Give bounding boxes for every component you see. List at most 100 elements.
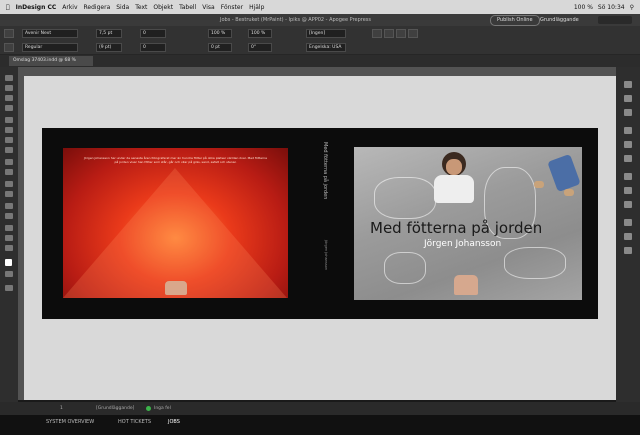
skew-field[interactable]: 0°	[248, 43, 272, 52]
chalk-drawing	[374, 177, 436, 219]
workspace-switcher[interactable]: Grundläggande	[540, 17, 579, 23]
front-cover-author[interactable]: Jörgen Johansson	[424, 239, 501, 249]
clock[interactable]: Sö 10:34	[598, 4, 625, 11]
justify-icon[interactable]	[408, 29, 418, 38]
menu-objekt[interactable]: Objekt	[153, 4, 173, 11]
align-right-icon[interactable]	[396, 29, 406, 38]
document-tab-bar	[0, 55, 640, 67]
menu-fonster[interactable]: Fönster	[221, 4, 243, 11]
help-search-input[interactable]	[598, 16, 632, 24]
task-system-overview[interactable]: SYSTEM OVERVIEW	[46, 419, 94, 425]
jeans-legs	[547, 153, 581, 193]
stroke-panel-icon[interactable]	[624, 127, 632, 134]
publish-online-button[interactable]: Publish Online	[490, 15, 540, 26]
shoe	[534, 181, 544, 188]
fill-swatch-icon[interactable]	[5, 259, 12, 266]
eyedropper-tool-icon[interactable]	[5, 225, 13, 231]
front-cover-image[interactable]: Med fötterna på jorden Jörgen Johansson	[354, 147, 582, 300]
tools-panel	[0, 67, 18, 402]
paragraph-mode-icon[interactable]	[4, 43, 14, 52]
character-styles-icon[interactable]	[624, 173, 632, 180]
rectangle-tool-icon[interactable]	[5, 169, 13, 175]
gradient-panel-icon[interactable]	[624, 233, 632, 240]
links-panel-icon[interactable]	[624, 109, 632, 116]
scissors-tool-icon[interactable]	[5, 181, 13, 187]
task-hot-tickets[interactable]: HOT TICKETS	[118, 419, 151, 425]
font-family-field[interactable]: Avenir Next	[22, 29, 78, 38]
panel-dock	[616, 67, 640, 402]
feet-photo	[165, 281, 187, 295]
text-wrap-icon[interactable]	[624, 201, 632, 208]
gradient-tool-icon[interactable]	[5, 203, 13, 209]
page-tool-icon[interactable]	[5, 95, 13, 101]
stroke-swatch-icon[interactable]	[5, 271, 13, 277]
line-tool-icon[interactable]	[5, 127, 13, 133]
preflight-status[interactable]: Inga fel	[154, 406, 171, 411]
pencil-tool-icon[interactable]	[5, 147, 13, 153]
language-field[interactable]: Engelska: USA	[306, 43, 346, 52]
align-panel-icon[interactable]	[624, 247, 632, 254]
note-tool-icon[interactable]	[5, 213, 13, 219]
menu-arkiv[interactable]: Arkiv	[62, 4, 77, 11]
layers-panel-icon[interactable]	[624, 95, 632, 102]
paragraph-style-field[interactable]: [Ingen]	[306, 29, 346, 38]
boy-shirt	[434, 175, 474, 203]
type-tool-icon[interactable]	[5, 117, 13, 123]
free-transform-tool-icon[interactable]	[5, 191, 13, 197]
effects-panel-icon[interactable]	[624, 219, 632, 226]
search-icon[interactable]: ⚲	[630, 4, 634, 11]
horizontal-ruler[interactable]	[18, 67, 616, 76]
menu-redigera[interactable]: Redigera	[84, 4, 111, 11]
page-number-field[interactable]: 1	[60, 406, 63, 411]
align-left-icon[interactable]	[372, 29, 382, 38]
align-center-icon[interactable]	[384, 29, 394, 38]
gap-tool-icon[interactable]	[5, 105, 13, 111]
back-cover-image[interactable]: Jörgen Johansson har under de senaste år…	[63, 148, 288, 298]
horizontal-scale-field[interactable]: 100 %	[248, 29, 272, 38]
baseline-shift-field[interactable]: 0 pt	[208, 43, 232, 52]
chalk-drawing	[384, 252, 426, 284]
direct-selection-tool-icon[interactable]	[5, 85, 13, 91]
menu-app[interactable]: InDesign CC	[16, 4, 57, 11]
tracking-field[interactable]: 0	[140, 29, 166, 38]
task-jobs[interactable]: JOBS	[168, 419, 180, 425]
shoe	[564, 189, 574, 196]
menu-text[interactable]: Text	[135, 4, 147, 11]
preflight-ok-icon[interactable]	[146, 406, 151, 411]
boy-face	[446, 159, 462, 175]
app-title-bar: Jobs - Bestruket (MrPaint) - Ipiks @ APP…	[0, 14, 640, 26]
vertical-scale-field[interactable]: 100 %	[208, 29, 232, 38]
font-size-field[interactable]: 7,5 pt	[96, 29, 122, 38]
spine-author[interactable]: Jörgen Johansson	[324, 240, 328, 300]
hand-tool-icon[interactable]	[5, 235, 13, 241]
battery-status[interactable]: 100 %	[574, 4, 593, 11]
back-cover-blurb[interactable]: Jörgen Johansson har under de senaste år…	[83, 156, 268, 164]
master-field[interactable]: [Grundläggande]	[96, 406, 134, 411]
window-title: Jobs - Bestruket (MrPaint) - Ipiks @ APP…	[220, 17, 371, 23]
menu-sida[interactable]: Sida	[116, 4, 129, 11]
menu-hjalp[interactable]: Hjälp	[249, 4, 264, 11]
zoom-tool-icon[interactable]	[5, 245, 13, 251]
document-tab[interactable]: Omslag 37403.indd @ 68 %	[9, 56, 93, 66]
menu-tabell[interactable]: Tabell	[179, 4, 196, 11]
font-style-field[interactable]: Regular	[22, 43, 78, 52]
apple-icon[interactable]: 	[6, 4, 10, 11]
color-panel-icon[interactable]	[624, 141, 632, 148]
status-bar: 1 [Grundläggande] Inga fel	[0, 402, 640, 415]
screen-mode-icon[interactable]	[5, 285, 13, 291]
paragraph-styles-icon[interactable]	[624, 187, 632, 194]
pen-tool-icon[interactable]	[5, 137, 13, 143]
rectangle-frame-tool-icon[interactable]	[5, 159, 13, 165]
book-spine[interactable]: Med fötterna på jorden Jörgen Johansson	[310, 140, 332, 300]
character-mode-icon[interactable]	[4, 29, 14, 38]
menu-visa[interactable]: Visa	[202, 4, 214, 11]
light-ray	[63, 168, 287, 298]
kerning-field[interactable]: 0	[140, 43, 166, 52]
selection-tool-icon[interactable]	[5, 75, 13, 81]
front-cover-title[interactable]: Med fötterna på jorden	[370, 219, 542, 237]
leading-field[interactable]: (9 pt)	[96, 43, 122, 52]
control-panel-row-1: Avenir Next 7,5 pt 0 100 % 100 % [Ingen]	[0, 26, 640, 40]
chalk-drawing	[504, 247, 566, 279]
pages-panel-icon[interactable]	[624, 81, 632, 88]
swatches-panel-icon[interactable]	[624, 155, 632, 162]
